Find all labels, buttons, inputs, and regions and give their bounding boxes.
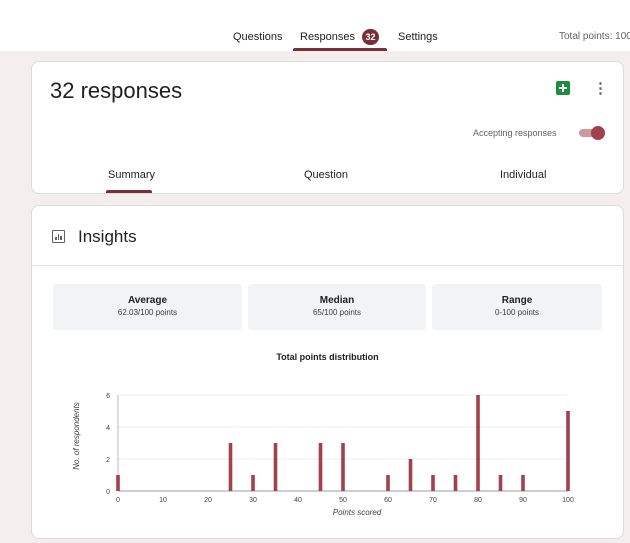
- bar: [498, 475, 503, 491]
- bar: [251, 475, 255, 491]
- x-tick-label: 70: [429, 497, 437, 504]
- x-tick-label: 100: [562, 497, 574, 504]
- responses-count-title: 32 responses: [50, 78, 183, 103]
- bar: [453, 475, 458, 491]
- points-distribution-chart: No. of respondents Points scored 02460 10…: [72, 393, 574, 517]
- accepting-responses-toggle[interactable]: [577, 126, 605, 140]
- bar-chart-icon: [52, 230, 65, 243]
- bar: [476, 395, 480, 491]
- insights-card: Insights Average 62.03/100 points Median…: [31, 205, 624, 539]
- average-label: Average: [127, 295, 168, 306]
- tab-settings[interactable]: Settings: [398, 31, 438, 43]
- tab-summary[interactable]: Summary: [108, 169, 155, 181]
- more-vert-icon[interactable]: ⋮: [593, 80, 608, 98]
- bar: [408, 459, 413, 491]
- bar: [116, 475, 120, 491]
- bar: [341, 443, 345, 491]
- bar: [521, 475, 525, 491]
- x-tick-label: 10: [159, 497, 167, 504]
- median-value: 65/100 points: [312, 308, 362, 317]
- bar: [431, 475, 435, 491]
- tab-questions[interactable]: Questions: [233, 31, 283, 43]
- y-tick-label: 6: [106, 393, 110, 400]
- x-tick-label: 60: [384, 497, 392, 504]
- x-tick-label: 30: [249, 497, 257, 504]
- tab-responses[interactable]: Responses: [300, 31, 355, 43]
- median-stat: Median 65/100 points: [248, 284, 426, 330]
- x-tick-label: 0: [116, 497, 120, 504]
- bar: [386, 475, 390, 491]
- accepting-responses-label: Accepting responses: [473, 128, 557, 138]
- bar: [318, 443, 323, 491]
- toggle-thumb: [591, 126, 605, 140]
- responses-summary-card: 32 responses ⋮ Accepting responses Summa…: [31, 61, 624, 194]
- x-tick-label: 50: [339, 497, 347, 504]
- range-stat: Range 0-100 points: [432, 284, 602, 330]
- x-tick-label: 20: [204, 497, 212, 504]
- chart-title: Total points distribution: [276, 352, 379, 362]
- x-tick-label: 80: [474, 497, 482, 504]
- y-tick-label: 0: [106, 489, 110, 496]
- y-tick-label: 2: [106, 457, 110, 464]
- x-tick-label: 90: [519, 497, 527, 504]
- y-tick-label: 4: [106, 425, 110, 432]
- bar: [566, 411, 570, 491]
- average-value: 62.03/100 points: [117, 308, 178, 317]
- range-value: 0-100 points: [494, 308, 540, 317]
- bar: [228, 443, 233, 491]
- bar: [273, 443, 278, 491]
- total-points-label: Total points: 100: [559, 31, 630, 42]
- top-navigation: Questions Responses 32 Settings Total po…: [0, 0, 630, 51]
- x-axis-label: Points scored: [333, 508, 382, 517]
- range-label: Range: [501, 295, 533, 306]
- average-stat: Average 62.03/100 points: [53, 284, 242, 330]
- y-axis-label: No. of respondents: [72, 402, 81, 470]
- x-tick-label: 40: [294, 497, 302, 504]
- insights-divider: [32, 265, 623, 266]
- summary-tab-indicator: [106, 190, 152, 193]
- median-label: Median: [319, 295, 355, 306]
- tab-individual[interactable]: Individual: [500, 169, 546, 181]
- insights-title: Insights: [78, 227, 137, 246]
- google-sheets-icon[interactable]: [556, 81, 570, 95]
- tab-question[interactable]: Question: [304, 169, 348, 181]
- responses-count-badge: 32: [362, 29, 379, 45]
